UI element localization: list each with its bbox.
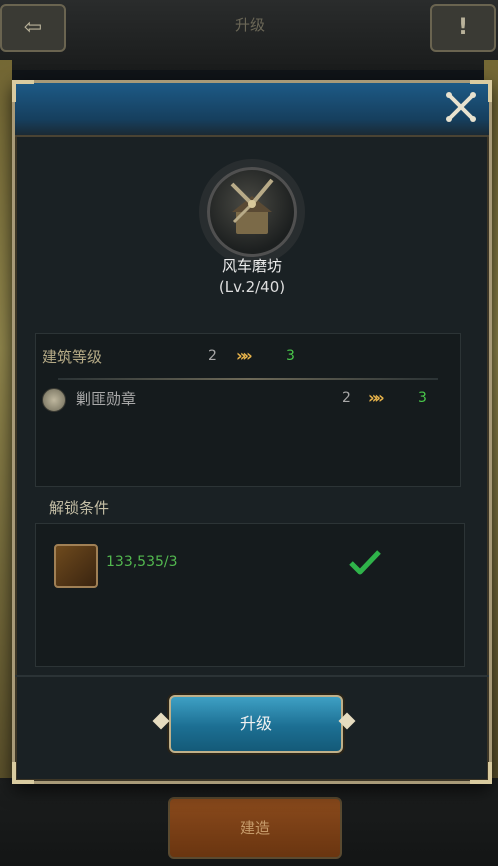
building-level: (Lv.2/40) [218, 278, 286, 296]
arrow-icon: »» [236, 346, 253, 365]
background-action-button[interactable]: 建造 [168, 797, 342, 859]
detail-to-value: 3 [418, 390, 427, 406]
detail-row-building-level: 建筑等级 2 »» 3 [36, 344, 460, 374]
check-icon [349, 550, 381, 575]
page-title: 升级 [234, 16, 265, 34]
upgrade-button-label: 升级 [239, 714, 272, 733]
upgrade-details-panel: 建筑等级 2 »» 3 剿匪勋章 2 »» 3 [35, 333, 461, 487]
close-icon [446, 92, 476, 122]
detail-from-value: 2 [208, 348, 217, 364]
treasure-chest-icon [54, 544, 98, 588]
unlock-conditions-panel: 133,535/3 [35, 523, 465, 667]
back-button[interactable]: ⇦ [0, 4, 66, 52]
upgrade-button[interactable]: 升级 [169, 695, 343, 753]
frame-corner [12, 762, 34, 784]
background-left-edge [0, 60, 12, 780]
close-button[interactable] [443, 89, 479, 125]
info-icon: ! [457, 15, 469, 40]
divider [15, 675, 489, 677]
info-button[interactable]: ! [430, 4, 496, 52]
button-ornament [152, 712, 170, 730]
windmill-icon [207, 167, 297, 257]
back-arrow-icon: ⇦ [23, 15, 43, 40]
detail-from-value: 2 [342, 390, 351, 406]
frame-corner [470, 762, 492, 784]
building-name: 风车磨坊 [221, 257, 282, 275]
divider [58, 378, 438, 380]
arrow-icon: »» [368, 388, 385, 407]
detail-to-value: 3 [286, 348, 295, 364]
frame-corner [12, 80, 34, 102]
detail-label: 建筑等级 [42, 348, 103, 366]
detail-label: 剿匪勋章 [76, 390, 137, 408]
requirement-value: 133,535/3 [106, 554, 178, 570]
upgrade-modal: 风车磨坊 (Lv.2/40) 建筑等级 2 »» 3 剿匪勋章 2 »» 3 解… [12, 80, 492, 784]
unlock-conditions-title: 解锁条件 [49, 499, 110, 517]
detail-row-medal: 剿匪勋章 2 »» 3 [36, 386, 460, 416]
modal-header [15, 83, 489, 137]
